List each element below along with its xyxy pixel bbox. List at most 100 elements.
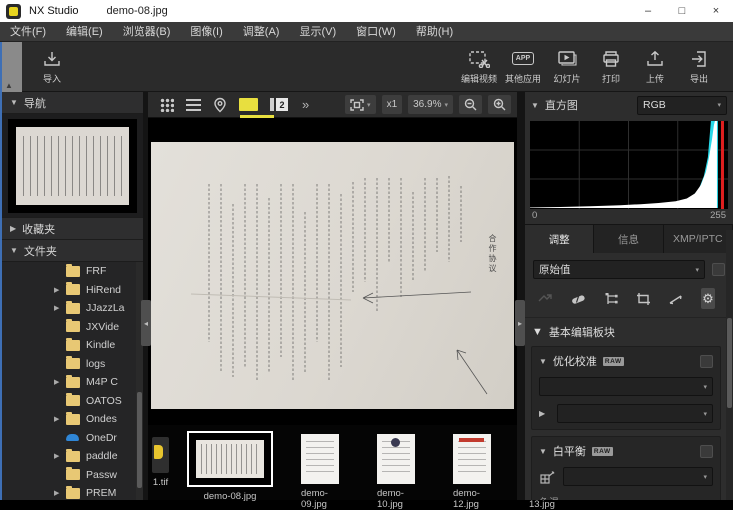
gray-point-sampler-icon[interactable] bbox=[539, 469, 557, 485]
scrollbar-thumb[interactable] bbox=[137, 392, 142, 488]
expand-arrow-icon[interactable]: ▶ bbox=[54, 286, 66, 294]
title-bar: NX Studio demo-08.jpg – □ × bbox=[0, 0, 733, 22]
other-apps-button[interactable]: APP 其他应用 bbox=[501, 49, 545, 85]
histogram-plot bbox=[530, 121, 728, 209]
right-panel-scrollbar[interactable] bbox=[726, 230, 733, 500]
menu-window[interactable]: 窗口(W) bbox=[346, 22, 406, 42]
import-button[interactable]: 导入 bbox=[30, 49, 74, 85]
preset-checkbox[interactable] bbox=[712, 263, 725, 276]
zoom-1x-button[interactable]: x1 bbox=[382, 95, 403, 114]
menu-help[interactable]: 帮助(H) bbox=[406, 22, 463, 42]
zoom-in-button[interactable] bbox=[488, 95, 511, 114]
basic-edit-section-header[interactable]: ▼ 基本编辑板块 bbox=[525, 318, 733, 344]
minimize-button[interactable]: – bbox=[631, 0, 665, 22]
filmstrip-item-selected[interactable]: demo-08.jpg bbox=[187, 431, 273, 502]
white-balance-select[interactable]: ▾ bbox=[563, 467, 713, 486]
compare-view-button[interactable]: 2 bbox=[270, 94, 288, 116]
white-balance-checkbox[interactable] bbox=[700, 445, 713, 458]
expand-arrow-icon[interactable]: ▶ bbox=[54, 415, 66, 423]
filmstrip-item[interactable]: demo-10.jpg bbox=[377, 431, 415, 510]
print-button[interactable]: 打印 bbox=[589, 49, 633, 85]
map-pin-icon bbox=[213, 97, 227, 113]
folder-item-prem[interactable]: ▶PREM bbox=[2, 484, 143, 500]
tab-info[interactable]: 信息 bbox=[594, 225, 663, 253]
filmstrip-item-tif[interactable]: 1.tif bbox=[152, 431, 169, 488]
histogram-header[interactable]: ▼ 直方图 RGB ▾ bbox=[525, 92, 733, 118]
menu-file[interactable]: 文件(F) bbox=[0, 22, 56, 42]
picture-control-sub-select[interactable]: ▾ bbox=[557, 404, 713, 423]
favorites-section-header[interactable]: ▶ 收藏夹 bbox=[2, 218, 143, 240]
zoom-level-select[interactable]: 36.9% ▾ bbox=[408, 95, 453, 114]
folders-section-header[interactable]: ▼ 文件夹 bbox=[2, 240, 143, 262]
fit-screen-icon bbox=[350, 99, 364, 111]
export-label: 导出 bbox=[690, 72, 708, 85]
folder-item-oatos[interactable]: OATOS bbox=[2, 392, 143, 411]
folder-item-logs[interactable]: logs bbox=[2, 355, 143, 374]
upload-button[interactable]: 上传 bbox=[633, 49, 677, 85]
fit-to-screen-button[interactable]: ▾ bbox=[345, 95, 376, 114]
map-view-button[interactable] bbox=[213, 94, 227, 116]
settings-button[interactable]: ⚙ bbox=[701, 288, 715, 309]
filename: 1.tif bbox=[153, 477, 168, 488]
menu-view[interactable]: 显示(V) bbox=[289, 22, 346, 42]
tab-adjust[interactable]: 调整 bbox=[525, 225, 594, 253]
more-tools-button[interactable]: » bbox=[302, 97, 309, 112]
picture-control-checkbox[interactable] bbox=[700, 355, 713, 368]
retouch-brush-icon[interactable] bbox=[570, 291, 587, 307]
expand-right-icon[interactable]: ▶ bbox=[539, 409, 551, 418]
filmstrip-item[interactable]: demo-09.jpg bbox=[301, 431, 339, 510]
raw-badge: RAW bbox=[592, 447, 613, 456]
zoom-out-button[interactable] bbox=[459, 95, 482, 114]
menu-image[interactable]: 图像(I) bbox=[180, 22, 232, 42]
folder-item-ondes[interactable]: ▶Ondes bbox=[2, 410, 143, 429]
navigation-preview[interactable] bbox=[2, 114, 143, 218]
navigation-section-header[interactable]: ▼ 导航 bbox=[2, 92, 143, 114]
expand-arrow-icon[interactable]: ▶ bbox=[54, 489, 66, 497]
channel-select[interactable]: RGB ▾ bbox=[637, 96, 727, 115]
right-splitter[interactable] bbox=[517, 92, 525, 500]
folder-item-onedrive[interactable]: OneDr bbox=[2, 429, 143, 448]
folder-item-paddle[interactable]: ▶ paddle bbox=[2, 447, 143, 466]
folder-item-hirend[interactable]: ▶HiRend bbox=[2, 281, 143, 300]
folder-item-jjazzla[interactable]: ▶JJazzLa bbox=[2, 299, 143, 318]
edit-video-button[interactable]: 编辑视频 bbox=[457, 49, 501, 85]
list-view-button[interactable] bbox=[186, 94, 201, 116]
white-balance-header[interactable]: ▼ 白平衡 RAW bbox=[539, 443, 713, 459]
crop-tool-icon[interactable] bbox=[636, 291, 651, 307]
filmstrip-item[interactable]: demo-12.jpg bbox=[453, 431, 491, 510]
chevron-down-icon: ▼ bbox=[531, 101, 539, 110]
left-panel-collapse-handle[interactable]: ◂ bbox=[141, 300, 151, 346]
preset-select[interactable]: 原始值 ▾ bbox=[533, 260, 705, 279]
folder-item-kindle[interactable]: Kindle bbox=[2, 336, 143, 355]
export-button[interactable]: 导出 bbox=[677, 49, 721, 85]
image-canvas[interactable]: 合作协议 bbox=[148, 118, 517, 425]
folder-icon bbox=[66, 358, 80, 369]
scrollbar-thumb[interactable] bbox=[727, 318, 732, 408]
folder-label: paddle bbox=[86, 450, 118, 462]
panel-collapse-strip[interactable]: ▲ bbox=[0, 42, 22, 92]
versions-tool-icon[interactable] bbox=[537, 291, 553, 307]
maximize-button[interactable]: □ bbox=[665, 0, 699, 22]
straighten-tool-icon[interactable] bbox=[668, 291, 684, 307]
folder-item-m4p[interactable]: ▶M4P C bbox=[2, 373, 143, 392]
close-button[interactable]: × bbox=[699, 0, 733, 22]
right-panel-collapse-handle[interactable]: ▸ bbox=[515, 300, 525, 346]
tab-xmp-iptc[interactable]: XMP/IPTC bbox=[664, 225, 733, 253]
image-view-button[interactable] bbox=[239, 94, 258, 116]
folder-item-frf[interactable]: FRF bbox=[2, 262, 143, 281]
thumbnail-grid-view-button[interactable] bbox=[160, 94, 174, 116]
menu-adjust[interactable]: 调整(A) bbox=[233, 22, 290, 42]
expand-arrow-icon[interactable]: ▶ bbox=[54, 378, 66, 386]
slideshow-label: 幻灯片 bbox=[553, 72, 580, 85]
expand-arrow-icon[interactable]: ▶ bbox=[54, 452, 66, 460]
folder-item-passw[interactable]: Passw bbox=[2, 466, 143, 485]
folder-scrollbar[interactable] bbox=[136, 262, 143, 500]
folder-item-jxvide[interactable]: JXVide bbox=[2, 318, 143, 337]
menu-edit[interactable]: 编辑(E) bbox=[56, 22, 113, 42]
slideshow-button[interactable]: 幻灯片 bbox=[545, 49, 589, 85]
expand-arrow-icon[interactable]: ▶ bbox=[54, 304, 66, 312]
picture-control-header[interactable]: ▼ 优化校准 RAW bbox=[539, 353, 713, 369]
menu-browser[interactable]: 浏览器(B) bbox=[113, 22, 181, 42]
picture-control-select[interactable]: ▾ bbox=[539, 377, 713, 396]
adjustments-list-icon[interactable] bbox=[604, 291, 619, 307]
